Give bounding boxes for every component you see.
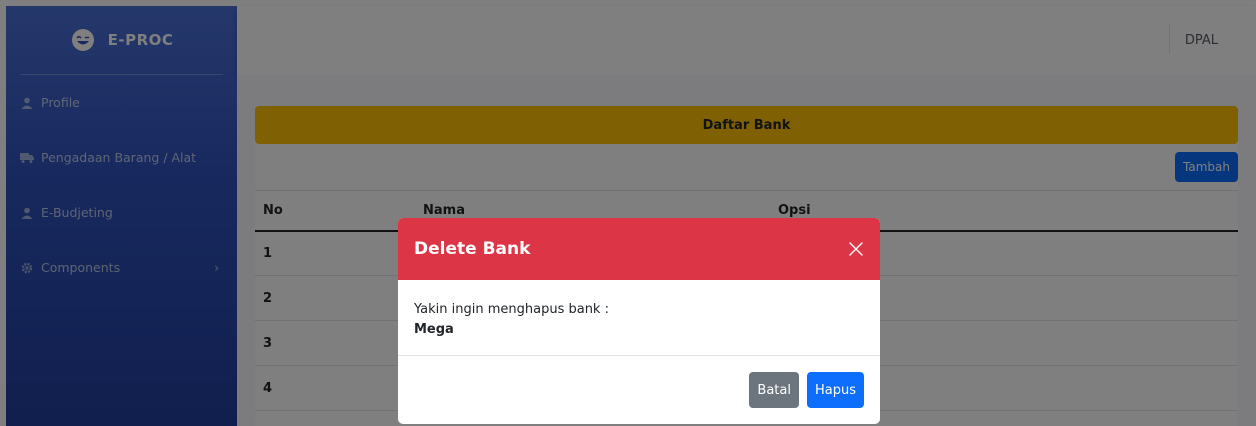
close-icon[interactable]: [846, 239, 866, 259]
bank-name: Mega: [414, 322, 454, 337]
delete-bank-modal: Delete Bank Yakin ingin menghapus bank :…: [398, 218, 880, 424]
modal-header: Delete Bank: [398, 218, 880, 280]
modal-title: Delete Bank: [414, 239, 531, 259]
delete-button[interactable]: Hapus: [806, 372, 864, 408]
cancel-button[interactable]: Batal: [749, 372, 799, 408]
modal-footer: Batal Hapus: [398, 356, 880, 424]
modal-body: Yakin ingin menghapus bank : Mega: [398, 280, 880, 356]
delete-message: Yakin ingin menghapus bank :: [414, 302, 609, 317]
